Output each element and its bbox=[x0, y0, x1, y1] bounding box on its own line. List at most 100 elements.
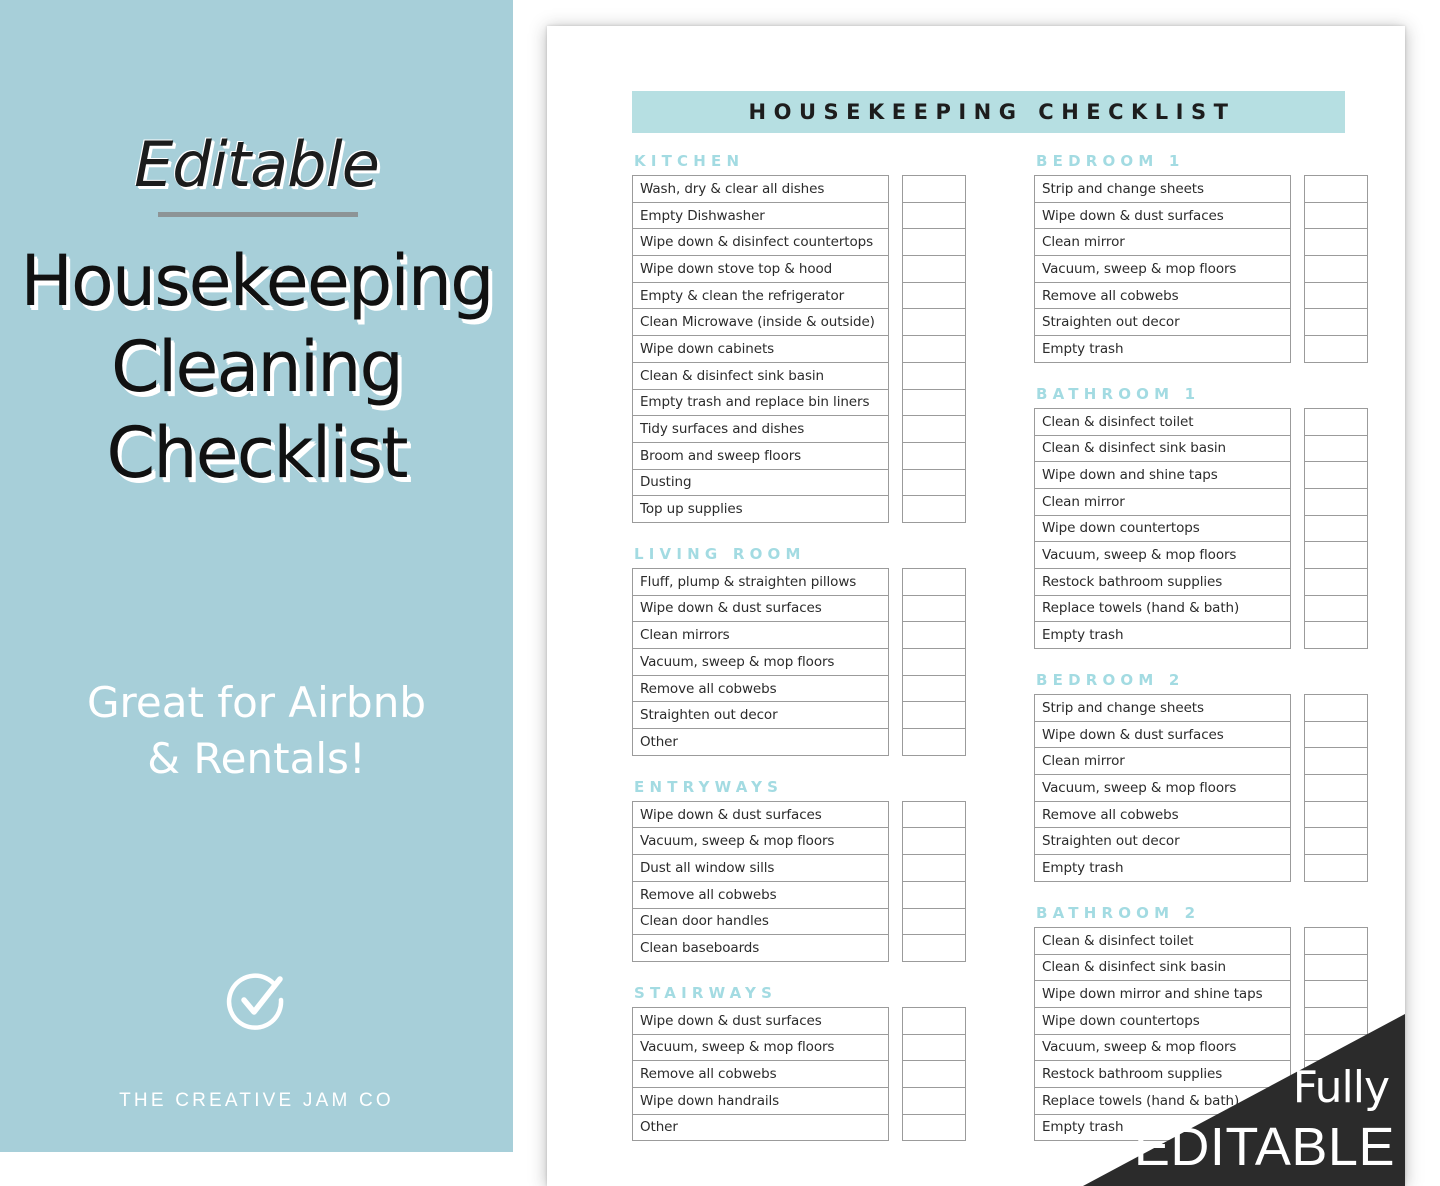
task-row[interactable]: Straighten out decor bbox=[1035, 309, 1290, 337]
task-row[interactable]: Dusting bbox=[633, 470, 888, 497]
task-row[interactable]: Clean & disinfect toilet bbox=[1035, 928, 1290, 955]
task-row[interactable]: Empty trash and replace bin liners bbox=[633, 390, 888, 417]
task-row[interactable]: Remove all cobwebs bbox=[1035, 283, 1290, 310]
task-row[interactable]: Wipe down stove top & hood bbox=[633, 256, 888, 283]
checkbox-cell[interactable] bbox=[903, 882, 965, 909]
task-row[interactable]: Fluff, plump & straighten pillows bbox=[633, 569, 888, 596]
task-row[interactable]: Vacuum, sweep & mop floors bbox=[1035, 542, 1290, 569]
checkbox-cell[interactable] bbox=[903, 470, 965, 497]
task-row[interactable]: Clean & disinfect sink basin bbox=[633, 363, 888, 390]
checkbox-cell[interactable] bbox=[1305, 802, 1367, 829]
checkbox-cell[interactable] bbox=[903, 416, 965, 443]
checkbox-cell[interactable] bbox=[1305, 436, 1367, 463]
checkbox-cell[interactable] bbox=[1305, 409, 1367, 436]
checkbox-cell[interactable] bbox=[1305, 928, 1367, 955]
checkbox-cell[interactable] bbox=[1305, 256, 1367, 283]
task-row[interactable]: Wipe down countertops bbox=[1035, 516, 1290, 543]
checkbox-cell[interactable] bbox=[903, 1061, 965, 1088]
task-row[interactable]: Clean door handles bbox=[633, 909, 888, 936]
task-row[interactable]: Empty trash bbox=[1035, 336, 1290, 363]
checkbox-cell[interactable] bbox=[1305, 955, 1367, 982]
checkbox-cell[interactable] bbox=[903, 256, 965, 283]
task-row[interactable]: Wipe down cabinets bbox=[633, 336, 888, 363]
checkbox-cell[interactable] bbox=[1305, 516, 1367, 543]
checkbox-cell[interactable] bbox=[1305, 622, 1367, 649]
checkbox-cell[interactable] bbox=[903, 935, 965, 962]
checkbox-cell[interactable] bbox=[1305, 229, 1367, 257]
checkbox-cell[interactable] bbox=[903, 828, 965, 856]
task-row[interactable]: Clean & disinfect toilet bbox=[1035, 409, 1290, 436]
task-row[interactable]: Empty trash bbox=[1035, 855, 1290, 882]
checkbox-cell[interactable] bbox=[903, 855, 965, 882]
checkbox-cell[interactable] bbox=[903, 1008, 965, 1035]
checkbox-cell[interactable] bbox=[1305, 542, 1367, 569]
task-row[interactable]: Other bbox=[633, 729, 888, 756]
checkbox-cell[interactable] bbox=[903, 802, 965, 829]
checkbox-cell[interactable] bbox=[1305, 596, 1367, 623]
checkbox-cell[interactable] bbox=[1305, 462, 1367, 489]
task-row[interactable]: Straighten out decor bbox=[633, 702, 888, 730]
checkbox-cell[interactable] bbox=[1305, 828, 1367, 856]
task-row[interactable]: Clean & disinfect sink basin bbox=[1035, 436, 1290, 463]
task-row[interactable]: Wipe down & dust surfaces bbox=[633, 1008, 888, 1035]
checkbox-cell[interactable] bbox=[1305, 855, 1367, 882]
checkbox-cell[interactable] bbox=[1305, 981, 1367, 1008]
task-row[interactable]: Clean mirror bbox=[1035, 229, 1290, 257]
checkbox-cell[interactable] bbox=[903, 909, 965, 936]
checkbox-cell[interactable] bbox=[903, 283, 965, 310]
checkbox-cell[interactable] bbox=[903, 1035, 965, 1062]
checkbox-cell[interactable] bbox=[903, 363, 965, 390]
checkbox-cell[interactable] bbox=[903, 203, 965, 230]
checkbox-cell[interactable] bbox=[903, 496, 965, 523]
task-row[interactable]: Empty & clean the refrigerator bbox=[633, 283, 888, 310]
task-row[interactable]: Wash, dry & clear all dishes bbox=[633, 176, 888, 203]
checkbox-cell[interactable] bbox=[1305, 775, 1367, 802]
checkbox-cell[interactable] bbox=[903, 569, 965, 596]
checkbox-cell[interactable] bbox=[903, 1088, 965, 1115]
task-row[interactable]: Clean mirrors bbox=[633, 622, 888, 649]
task-row[interactable]: Wipe down & dust surfaces bbox=[633, 802, 888, 829]
task-row[interactable]: Empty Dishwasher bbox=[633, 203, 888, 230]
task-row[interactable]: Vacuum, sweep & mop floors bbox=[633, 828, 888, 856]
task-row[interactable]: Vacuum, sweep & mop floors bbox=[633, 649, 888, 676]
checkbox-cell[interactable] bbox=[903, 702, 965, 730]
task-row[interactable]: Clean baseboards bbox=[633, 935, 888, 962]
checkbox-cell[interactable] bbox=[1305, 489, 1367, 516]
checkbox-cell[interactable] bbox=[903, 443, 965, 470]
task-row[interactable]: Remove all cobwebs bbox=[1035, 802, 1290, 829]
task-row[interactable]: Vacuum, sweep & mop floors bbox=[1035, 775, 1290, 802]
task-row[interactable]: Strip and change sheets bbox=[1035, 695, 1290, 722]
checkbox-cell[interactable] bbox=[1305, 309, 1367, 337]
task-row[interactable]: Restock bathroom supplies bbox=[1035, 569, 1290, 596]
task-row[interactable]: Clean & disinfect sink basin bbox=[1035, 955, 1290, 982]
task-row[interactable]: Wipe down & dust surfaces bbox=[1035, 722, 1290, 749]
task-row[interactable]: Replace towels (hand & bath) bbox=[1035, 596, 1290, 623]
task-row[interactable]: Wipe down & dust surfaces bbox=[633, 596, 888, 623]
checkbox-cell[interactable] bbox=[1305, 569, 1367, 596]
task-row[interactable]: Wipe down mirror and shine taps bbox=[1035, 981, 1290, 1008]
task-row[interactable]: Straighten out decor bbox=[1035, 828, 1290, 856]
checkbox-cell[interactable] bbox=[903, 596, 965, 623]
checkbox-cell[interactable] bbox=[903, 676, 965, 703]
checkbox-cell[interactable] bbox=[903, 229, 965, 257]
checkbox-cell[interactable] bbox=[1305, 176, 1367, 203]
task-row[interactable]: Vacuum, sweep & mop floors bbox=[1035, 256, 1290, 283]
checkbox-cell[interactable] bbox=[903, 649, 965, 676]
task-row[interactable]: Other bbox=[633, 1115, 888, 1142]
task-row[interactable]: Remove all cobwebs bbox=[633, 1061, 888, 1088]
checkbox-cell[interactable] bbox=[903, 336, 965, 363]
task-row[interactable]: Wipe down and shine taps bbox=[1035, 462, 1290, 489]
task-row[interactable]: Top up supplies bbox=[633, 496, 888, 523]
task-row[interactable]: Vacuum, sweep & mop floors bbox=[633, 1035, 888, 1062]
task-row[interactable]: Empty trash bbox=[1035, 622, 1290, 649]
checkbox-cell[interactable] bbox=[903, 176, 965, 203]
checkbox-cell[interactable] bbox=[1305, 283, 1367, 310]
task-row[interactable]: Clean mirror bbox=[1035, 489, 1290, 516]
checkbox-cell[interactable] bbox=[1305, 722, 1367, 749]
task-row[interactable]: Wipe down & disinfect countertops bbox=[633, 229, 888, 257]
checkbox-cell[interactable] bbox=[903, 729, 965, 756]
checkbox-cell[interactable] bbox=[903, 390, 965, 417]
task-row[interactable]: Wipe down & dust surfaces bbox=[1035, 203, 1290, 230]
checkbox-cell[interactable] bbox=[903, 1115, 965, 1142]
task-row[interactable]: Tidy surfaces and dishes bbox=[633, 416, 888, 443]
